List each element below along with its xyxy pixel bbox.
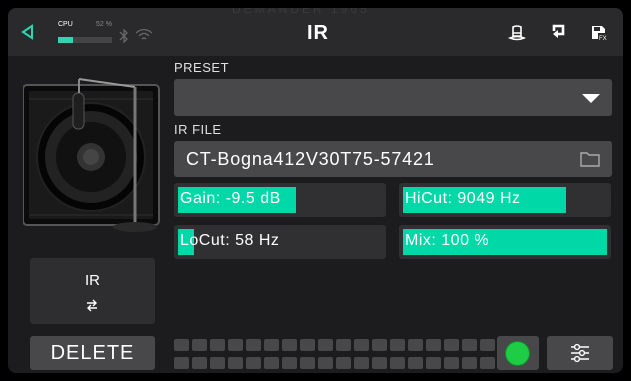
- meter-cell: [192, 357, 207, 369]
- screen: CPU 52 % DEMANDER 1965 IR FX PRESET IR F…: [8, 8, 623, 373]
- ir-file-label: IR FILE: [174, 122, 222, 137]
- delete-button-label: DELETE: [50, 342, 135, 364]
- hat-icon[interactable]: [508, 24, 526, 42]
- meter-cell: [264, 339, 279, 351]
- wifi-icon: [135, 28, 153, 40]
- fx-icon[interactable]: FX: [589, 23, 609, 43]
- meter-cell: [210, 357, 225, 369]
- meter-cell: [462, 357, 477, 369]
- meter-cell: [282, 339, 297, 351]
- meter-cell: [408, 357, 423, 369]
- meter-cell: [390, 339, 405, 351]
- ghost-preset-title: DEMANDER 1965: [232, 8, 370, 16]
- meter-cell: [210, 339, 225, 351]
- meter-cell: [228, 339, 243, 351]
- cpu-meter-fill: [58, 37, 73, 43]
- bluetooth-icon: [119, 28, 128, 44]
- meter-cell: [444, 339, 459, 351]
- locut-slider[interactable]: LoCut: 58 Hz: [174, 225, 386, 259]
- meter-cell: [354, 339, 369, 351]
- ir-file-field[interactable]: CT-Bogna412V30T75-57421: [174, 141, 612, 177]
- hicut-slider[interactable]: HiCut: 9049 Hz: [399, 183, 611, 217]
- hicut-value: HiCut: 9049 Hz: [405, 190, 521, 207]
- meter-cell: [354, 357, 369, 369]
- back-arrow-icon[interactable]: [20, 24, 36, 40]
- meter-cell: [318, 339, 333, 351]
- cpu-meter: [58, 37, 112, 43]
- meter-cell: [300, 339, 315, 351]
- folder-icon[interactable]: [580, 151, 600, 167]
- meter-cell: [426, 357, 441, 369]
- meter-cell: [462, 339, 477, 351]
- ir-file-name: CT-Bogna412V30T75-57421: [186, 149, 435, 169]
- locut-value: LoCut: 58 Hz: [180, 232, 280, 249]
- meter-cell: [246, 357, 261, 369]
- meter-cell: [336, 357, 351, 369]
- page-title: IR: [307, 22, 329, 44]
- meter-cell: [390, 357, 405, 369]
- gain-slider[interactable]: Gain: -9.5 dB: [174, 183, 386, 217]
- top-bar: CPU 52 % DEMANDER 1965 IR FX: [8, 8, 623, 56]
- cabinet-image: [23, 78, 160, 232]
- swap-icon: [87, 299, 97, 312]
- meter-cell: [426, 339, 441, 351]
- cpu-percent: 52 %: [96, 21, 112, 28]
- meter-cell: [318, 357, 333, 369]
- enable-indicator: [505, 341, 530, 366]
- svg-text:FX: FX: [599, 36, 607, 42]
- settings-button[interactable]: [547, 336, 613, 370]
- meter-cell: [336, 339, 351, 351]
- undo-icon[interactable]: [548, 22, 568, 42]
- meter-cell: [174, 339, 189, 351]
- sliders-icon: [571, 343, 589, 363]
- meter-cell: [174, 357, 189, 369]
- meter-cell: [444, 357, 459, 369]
- meter-cell: [372, 339, 387, 351]
- meter-cell: [264, 357, 279, 369]
- meter-cell: [480, 339, 495, 351]
- meter-cell: [408, 339, 423, 351]
- level-meters: [174, 336, 496, 370]
- meter-cell: [228, 357, 243, 369]
- ir-swap-button[interactable]: IR: [30, 258, 155, 324]
- enable-toggle[interactable]: [497, 336, 539, 370]
- meter-cell: [246, 339, 261, 351]
- ir-button-label: IR: [85, 272, 100, 289]
- meter-cell: [372, 357, 387, 369]
- delete-button[interactable]: DELETE: [30, 336, 155, 370]
- chevron-down-icon: [582, 94, 600, 103]
- meter-cell: [300, 357, 315, 369]
- meter-cell: [282, 357, 297, 369]
- meter-cell: [192, 339, 207, 351]
- mix-value: Mix: 100 %: [405, 232, 490, 249]
- mix-slider[interactable]: Mix: 100 %: [399, 225, 611, 259]
- gain-value: Gain: -9.5 dB: [180, 190, 281, 207]
- meter-cell: [480, 357, 495, 369]
- preset-dropdown[interactable]: [174, 79, 612, 116]
- preset-label: PRESET: [174, 60, 230, 75]
- cpu-label: CPU: [58, 21, 73, 28]
